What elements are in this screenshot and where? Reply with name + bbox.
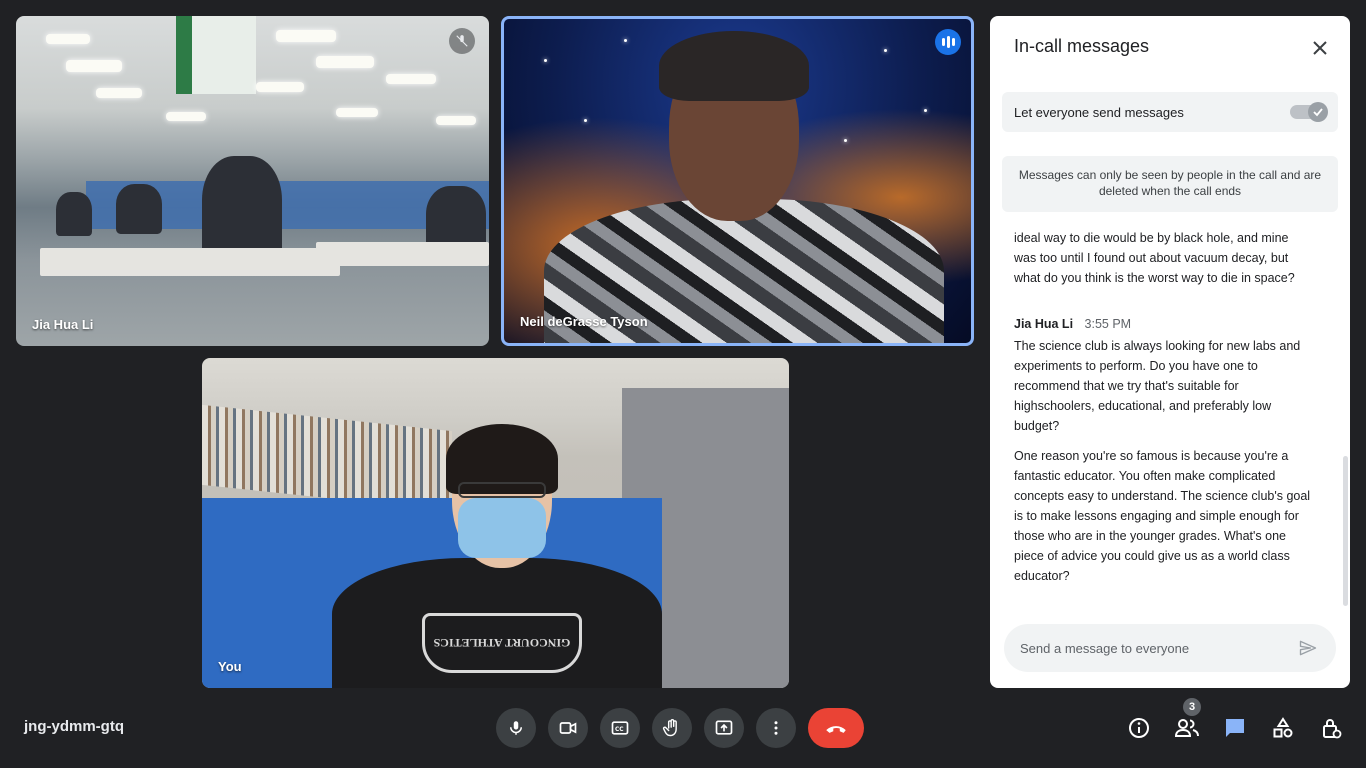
more-options-icon [774,721,778,735]
ceiling-light [66,60,122,72]
star [924,109,927,112]
ceiling-light [316,56,374,68]
meeting-details-button[interactable] [1124,710,1154,746]
ceiling-light [96,88,142,98]
student [56,192,92,236]
present-icon [715,720,733,735]
shirt-logo: GINCOURT ATHLETICS [422,613,582,673]
send-messages-toggle[interactable] [1290,102,1328,122]
ceiling-light [166,112,206,121]
end-call-icon [826,726,846,733]
ceiling-light [46,34,90,44]
activities-button[interactable] [1268,710,1298,746]
message-composer [1004,624,1336,672]
student [116,184,162,234]
message-time: 3:55 PM [1084,317,1132,331]
video-tile-neil-degrasse-tyson[interactable]: Neil deGrasse Tyson [501,16,974,346]
table [40,248,340,276]
mic-icon [510,721,522,735]
captions-button[interactable]: CC [600,708,640,748]
panel-title: In-call messages [1014,36,1150,56]
ceiling-light [336,108,378,117]
bookshelf [202,404,452,512]
message-sender: Jia Hua Li [1014,317,1074,331]
host-controls-icon [1323,719,1342,739]
participant-name: Jia Hua Li [32,317,94,332]
meeting-details-toolbar: 3 [1124,698,1346,746]
message-text: One reason you're so famous is because y… [1014,449,1311,583]
mic-button[interactable] [496,708,536,748]
info-icon [1129,718,1149,738]
svg-text:CC: CC [615,727,624,733]
participant-name: Neil deGrasse Tyson [520,314,648,329]
in-call-messages-panel: In-call messages Let everyone send messa… [990,16,1350,688]
send-messages-setting: Let everyone send messages [1002,92,1338,132]
call-controls: CC [496,708,864,748]
meeting-code: jng-ydmm-gtq [24,718,124,735]
meet-window: Jia Hua Li Neil deGrasse Tyson GINCOURT … [0,0,1366,768]
more-options-button[interactable] [756,708,796,748]
chat-button[interactable] [1220,710,1250,746]
host-controls-button[interactable] [1316,710,1346,746]
close-panel-button[interactable] [1306,34,1334,62]
table [316,242,489,266]
ceiling-light [436,116,476,125]
people-icon [1174,719,1199,737]
close-icon [1313,41,1327,55]
message-header: Jia Hua Li 3:55 PM [1014,314,1314,334]
participant-count-badge: 3 [1183,698,1201,716]
speaking-indicator-icon [935,29,961,55]
video-tile-jia-hua-li[interactable]: Jia Hua Li [16,16,489,346]
send-icon [1299,640,1317,656]
star [624,39,627,42]
send-button[interactable] [1294,634,1322,662]
message-text: The science club is always looking for n… [1014,339,1301,433]
camera-icon [559,722,577,734]
wall-banner [176,16,256,94]
chat-icon [1226,719,1244,737]
face-mask [458,498,546,558]
people-button[interactable]: 3 [1172,698,1202,746]
present-button[interactable] [704,708,744,748]
message-list: ideal way to die would be by black hole,… [1014,228,1314,612]
raise-hand-button[interactable] [652,708,692,748]
camera-button[interactable] [548,708,588,748]
star [844,139,847,142]
muted-mic-icon [449,28,475,54]
star [584,119,587,122]
ceiling-light [386,74,436,84]
ceiling-light [276,30,336,42]
raise-hand-icon [662,719,677,737]
hair [659,31,809,101]
star [884,49,887,52]
captions-icon: CC [611,721,629,735]
privacy-notice: Messages can only be seen by people in t… [1002,156,1338,212]
message-input[interactable] [1020,640,1294,656]
message-scrollbar[interactable] [1343,456,1348,606]
star [544,59,547,62]
participant-name: You [218,659,242,674]
activities-icon [1273,717,1293,738]
glasses [458,482,546,498]
video-tile-self[interactable]: GINCOURT ATHLETICS You [202,358,789,688]
check-icon [1308,102,1328,122]
leave-call-button[interactable] [808,708,864,748]
toggle-label: Let everyone send messages [1014,104,1184,120]
ceiling-light [256,82,304,92]
message-text: ideal way to die would be by black hole,… [1014,231,1295,285]
